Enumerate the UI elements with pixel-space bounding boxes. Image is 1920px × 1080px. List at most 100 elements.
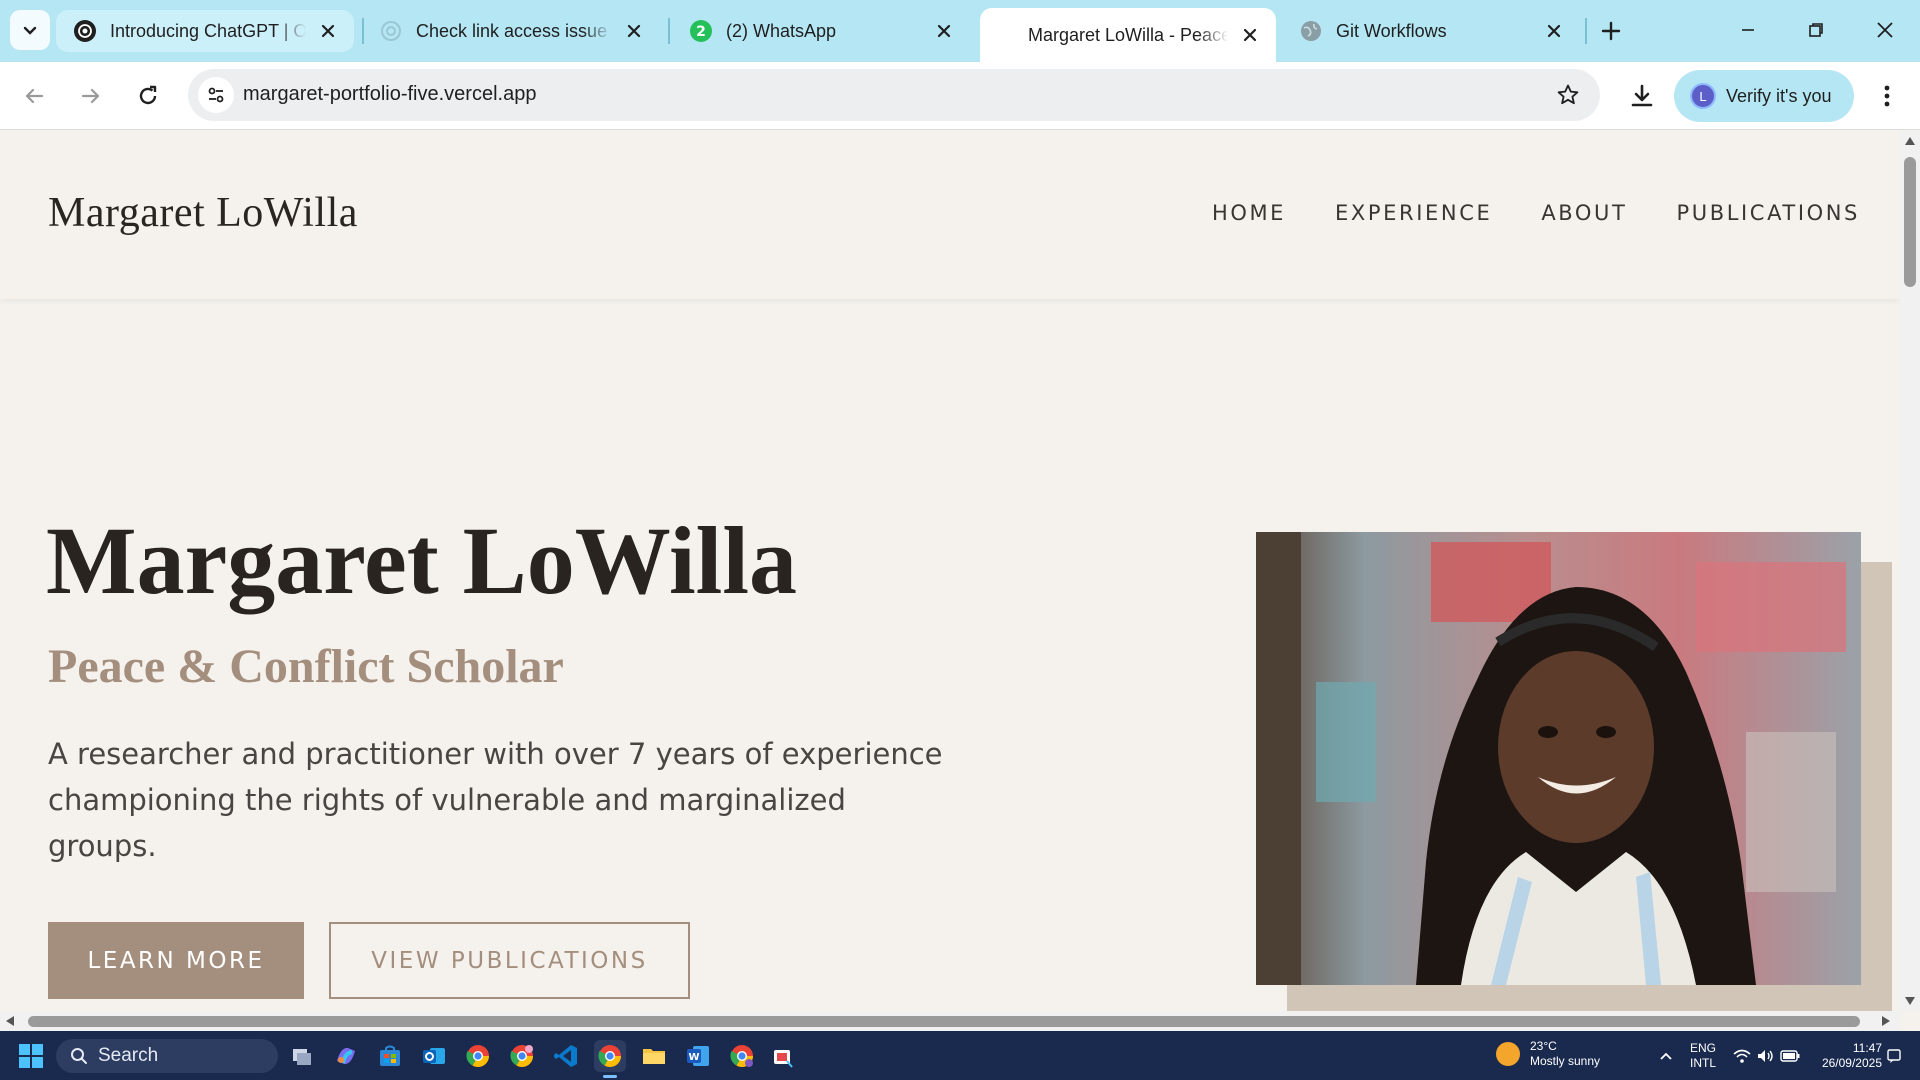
- weather-widget[interactable]: 23°C Mostly sunny: [1496, 1039, 1600, 1069]
- close-icon[interactable]: [1238, 23, 1262, 47]
- chrome-profile-icon[interactable]: [506, 1040, 538, 1072]
- openai-icon: [72, 18, 98, 44]
- verify-identity-button[interactable]: L Verify it's you: [1674, 70, 1854, 122]
- tab-git-workflows[interactable]: Git Workflows: [1282, 10, 1580, 52]
- whatsapp-icon: 2: [688, 18, 714, 44]
- word-icon[interactable]: W: [682, 1040, 714, 1072]
- address-bar[interactable]: margaret-portfolio-five.vercel.app: [188, 69, 1600, 121]
- outlook-icon[interactable]: [418, 1040, 450, 1072]
- site-logo[interactable]: Margaret LoWilla: [48, 189, 358, 237]
- tab-title: Introducing ChatGPT | Op: [110, 20, 306, 41]
- url-text[interactable]: margaret-portfolio-five.vercel.app: [243, 83, 536, 106]
- browser-menu-button[interactable]: [1867, 76, 1907, 116]
- page-viewport: Margaret LoWilla HOME EXPERIENCE ABOUT P…: [0, 131, 1900, 1011]
- task-view-icon[interactable]: [286, 1040, 318, 1072]
- svg-text:2: 2: [696, 24, 706, 40]
- vertical-scrollbar[interactable]: [1900, 131, 1920, 1011]
- browser-toolbar: margaret-portfolio-five.vercel.app L Ver…: [0, 62, 1920, 130]
- tab-search-button[interactable]: [10, 10, 50, 50]
- tab-margaret-portfolio[interactable]: Margaret LoWilla - Peace: [980, 8, 1276, 62]
- copilot-icon[interactable]: [330, 1040, 362, 1072]
- tab-check-link[interactable]: Check link access issue: [362, 10, 660, 52]
- tab-title: Check link access issue: [416, 20, 608, 41]
- back-button[interactable]: [14, 76, 54, 116]
- forward-button[interactable]: [71, 76, 111, 116]
- site-nav: HOME EXPERIENCE ABOUT PUBLICATIONS: [1212, 201, 1860, 225]
- horizontal-scrollbar[interactable]: [0, 1011, 1900, 1031]
- nav-publications[interactable]: PUBLICATIONS: [1676, 201, 1860, 225]
- language-code: ENG: [1690, 1041, 1717, 1055]
- weather-description: Mostly sunny: [1530, 1054, 1601, 1068]
- plus-icon: [1601, 21, 1621, 41]
- chrome-alt-profile-icon[interactable]: [726, 1040, 758, 1072]
- close-window-button[interactable]: [1862, 10, 1908, 50]
- weather-temp: 23°C: [1530, 1039, 1557, 1053]
- arrow-right-icon: [81, 88, 100, 104]
- new-tab-button[interactable]: [1594, 14, 1628, 48]
- close-icon: [1877, 22, 1893, 38]
- scroll-down-icon[interactable]: [1904, 995, 1916, 1007]
- hero-role: Peace & Conflict Scholar: [48, 640, 564, 693]
- nav-experience[interactable]: EXPERIENCE: [1335, 201, 1492, 225]
- profile-photo: [1256, 532, 1861, 985]
- vertical-scrollbar-thumb[interactable]: [1904, 157, 1916, 287]
- vscode-icon[interactable]: [550, 1040, 582, 1072]
- keyboard-layout: INTL: [1690, 1056, 1717, 1070]
- language-indicator[interactable]: ENG INTL: [1690, 1041, 1716, 1071]
- taskbar-search-label: Search: [98, 1045, 159, 1066]
- system-clock[interactable]: 11:47 26/09/2025: [1814, 1041, 1882, 1071]
- hero-description: A researcher and practitioner with over …: [48, 737, 943, 863]
- chevron-up-icon[interactable]: [1650, 1040, 1682, 1072]
- tab-separator: [1585, 18, 1587, 44]
- close-icon[interactable]: [316, 19, 340, 43]
- chevron-down-icon: [23, 26, 37, 35]
- tab-strip: Introducing ChatGPT | Op Check link acce…: [0, 0, 1920, 62]
- site-settings-icon[interactable]: [198, 77, 234, 113]
- tab-title: Margaret LoWilla - Peace: [1028, 24, 1228, 45]
- learn-more-button[interactable]: LEARN MORE: [48, 922, 304, 999]
- search-icon: [70, 1047, 88, 1065]
- avatar: L: [1690, 83, 1716, 109]
- hero-name: Margaret LoWilla: [46, 507, 797, 614]
- chrome-icon[interactable]: [462, 1040, 494, 1072]
- verify-label: Verify it's you: [1726, 85, 1832, 106]
- close-icon[interactable]: [1542, 19, 1566, 43]
- bookmark-star-icon[interactable]: [1554, 81, 1582, 109]
- svg-text:W: W: [688, 1052, 699, 1063]
- nav-home[interactable]: HOME: [1212, 201, 1286, 225]
- notification-icon[interactable]: [1880, 1040, 1908, 1072]
- windows-taskbar: Search W 23°C Mostly sunny ENG INTL 11:4…: [0, 1031, 1920, 1080]
- microsoft-store-icon[interactable]: [374, 1040, 406, 1072]
- view-publications-button[interactable]: VIEW PUBLICATIONS: [329, 922, 690, 999]
- downloads-button[interactable]: [1622, 76, 1662, 116]
- close-icon[interactable]: [932, 19, 956, 43]
- close-icon[interactable]: [622, 19, 646, 43]
- tab-title: (2) WhatsApp: [726, 20, 837, 41]
- more-vertical-icon: [1884, 85, 1890, 107]
- tab-separator: [668, 18, 670, 44]
- file-explorer-icon[interactable]: [638, 1040, 670, 1072]
- arrow-left-icon: [25, 88, 44, 104]
- nav-about[interactable]: ABOUT: [1541, 201, 1627, 225]
- openai-icon: [378, 18, 404, 44]
- tab-title: Git Workflows: [1336, 20, 1447, 41]
- taskbar-search[interactable]: Search: [56, 1039, 278, 1073]
- restore-button[interactable]: [1793, 10, 1839, 50]
- battery-icon[interactable]: [1774, 1040, 1806, 1072]
- download-icon: [1631, 84, 1653, 107]
- scroll-right-icon[interactable]: [1880, 1015, 1892, 1027]
- windows-start-icon[interactable]: [18, 1043, 44, 1069]
- tab-whatsapp[interactable]: 2 (2) WhatsApp: [672, 10, 970, 52]
- scroll-up-icon[interactable]: [1904, 135, 1916, 147]
- chrome-active-icon[interactable]: [594, 1040, 626, 1078]
- snipping-tool-icon[interactable]: [766, 1040, 798, 1072]
- clock-date: 26/09/2025: [1821, 1056, 1882, 1070]
- scroll-left-icon[interactable]: [4, 1015, 16, 1027]
- reload-button[interactable]: [128, 76, 168, 116]
- horizontal-scrollbar-thumb[interactable]: [28, 1016, 1860, 1027]
- minimize-icon: [1742, 29, 1754, 31]
- reload-icon: [139, 85, 157, 105]
- minimize-button[interactable]: [1725, 10, 1771, 50]
- tab-chatgpt-intro[interactable]: Introducing ChatGPT | Op: [56, 10, 354, 52]
- site-header: Margaret LoWilla HOME EXPERIENCE ABOUT P…: [0, 131, 1900, 299]
